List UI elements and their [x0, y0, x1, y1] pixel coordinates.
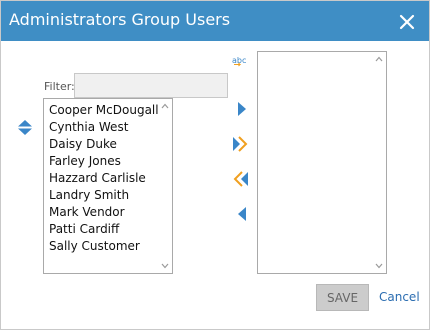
save-button[interactable]: SAVE [316, 284, 369, 311]
list-item[interactable]: Cooper McDougall [49, 102, 159, 119]
list-item[interactable]: Mark Vendor [49, 204, 159, 221]
scroll-up-icon[interactable] [375, 56, 383, 62]
available-users-items: Cooper McDougall Cynthia West Daisy Duke… [49, 102, 159, 255]
cancel-link[interactable]: Cancel [379, 290, 420, 304]
list-item[interactable]: Farley Jones [49, 153, 159, 170]
list-item[interactable]: Sally Customer [49, 238, 159, 255]
arrow-right-icon[interactable] [234, 101, 250, 117]
list-item[interactable]: Landry Smith [49, 187, 159, 204]
available-users-list[interactable]: Cooper McDougall Cynthia West Daisy Duke… [43, 98, 173, 274]
selected-users-scrollbar[interactable] [373, 53, 385, 272]
list-item[interactable]: Patti Cardiff [49, 221, 159, 238]
available-users-scrollbar[interactable] [159, 100, 171, 272]
sort-up-down-icon[interactable] [17, 119, 33, 136]
list-item[interactable]: Daisy Duke [49, 136, 159, 153]
scroll-down-icon[interactable] [375, 263, 383, 269]
scroll-down-icon[interactable] [161, 263, 169, 269]
list-item[interactable]: Cynthia West [49, 119, 159, 136]
arrow-left-icon[interactable] [234, 206, 250, 222]
scroll-up-icon[interactable] [161, 103, 169, 109]
filter-label: Filter: [44, 80, 75, 93]
dialog-titlebar: Administrators Group Users [1, 1, 429, 41]
double-arrow-right-icon[interactable] [232, 136, 249, 152]
double-arrow-left-icon[interactable] [232, 171, 249, 187]
selected-users-list[interactable] [257, 51, 387, 274]
list-item[interactable]: Hazzard Carlisle [49, 170, 159, 187]
filter-input[interactable] [74, 73, 228, 98]
abc-sort-icon[interactable]: abc [231, 54, 249, 68]
administrators-group-users-dialog: Administrators Group Users Filter: Coope… [0, 0, 430, 330]
dialog-title: Administrators Group Users [9, 10, 231, 29]
close-icon[interactable] [397, 12, 417, 32]
